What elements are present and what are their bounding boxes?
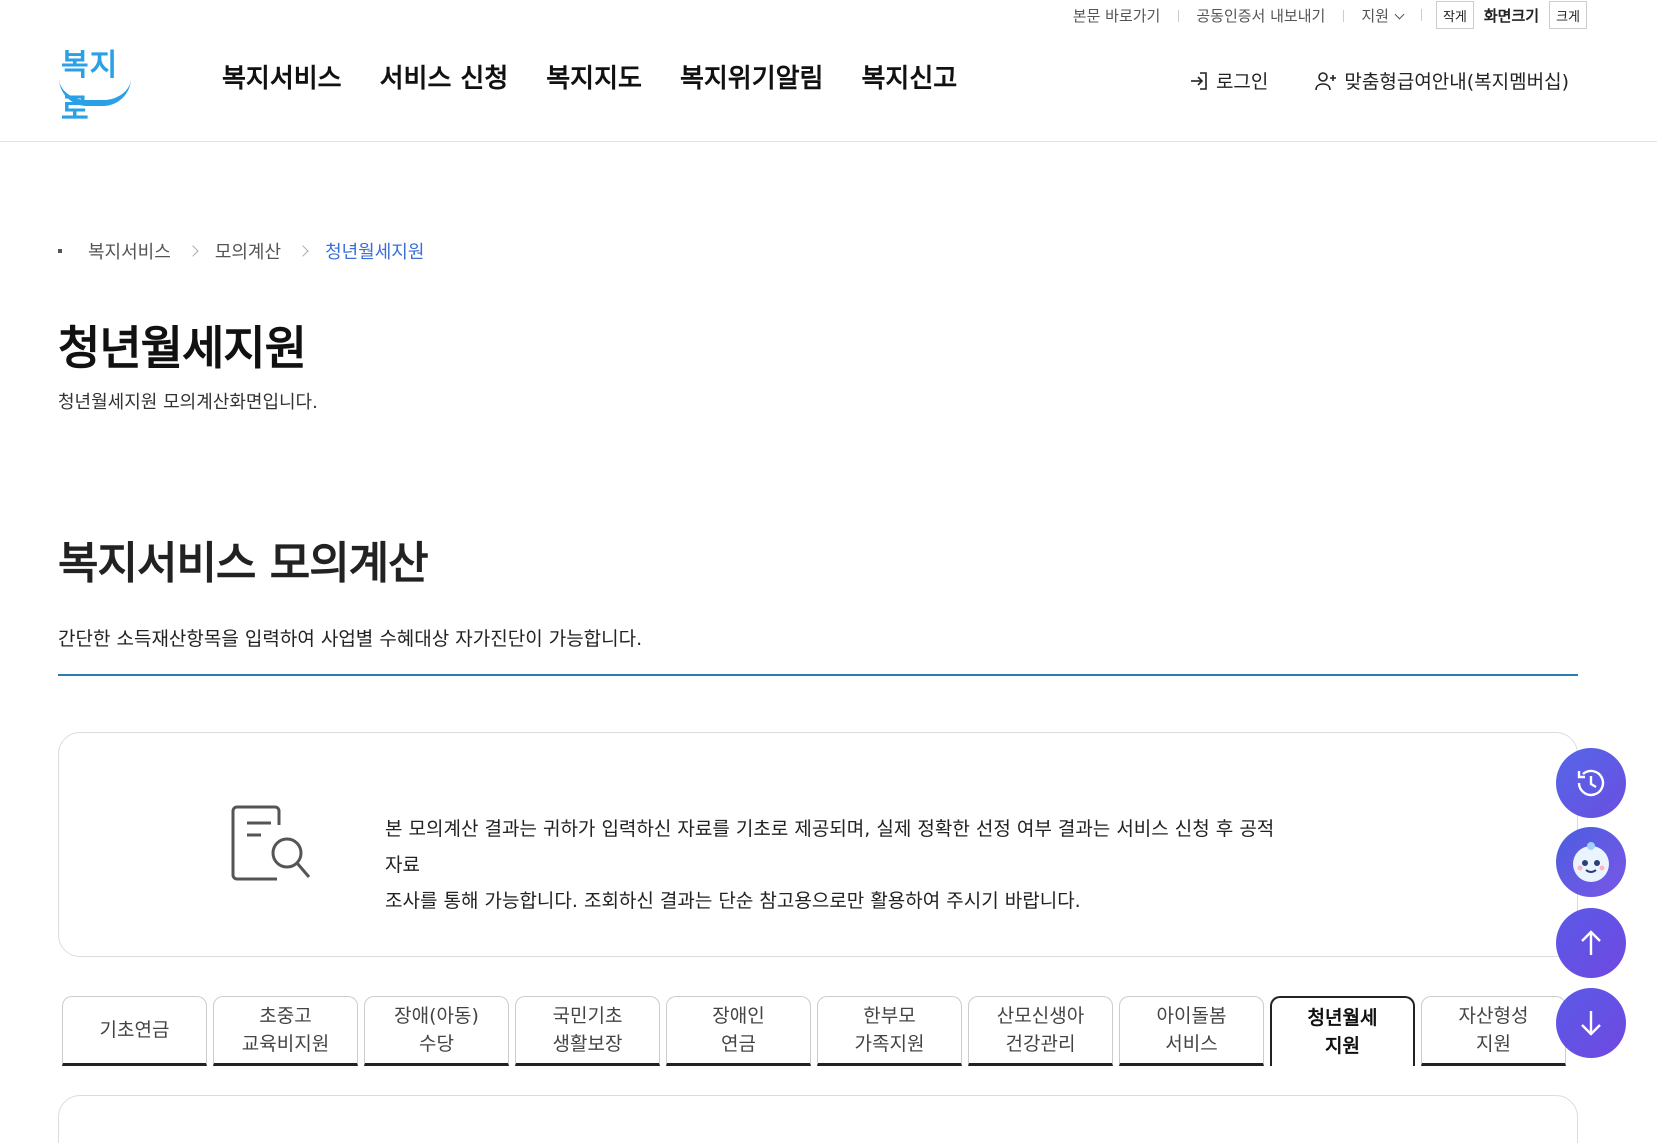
- breadcrumb-current: 청년월세지원: [325, 242, 425, 263]
- chevron-right-icon: [297, 245, 309, 257]
- notice-box: 본 모의계산 결과는 귀하가 입력하신 자료를 기초로 제공되며, 실제 정확한…: [58, 732, 1578, 957]
- login-button[interactable]: 로그인: [1188, 67, 1268, 94]
- tab-maternal-newborn[interactable]: 산모신생아 건강관리: [968, 996, 1113, 1066]
- tab-asset-building[interactable]: 자산형성 지원: [1421, 996, 1566, 1066]
- page-subtitle: 청년월세지원 모의계산화면입니다.: [58, 392, 318, 413]
- tab-basic-pension[interactable]: 기초연금: [62, 996, 207, 1066]
- main-nav: 복지서비스 서비스 신청 복지지도 복지위기알림 복지신고: [222, 58, 957, 95]
- notice-line-2: 조사를 통해 가능합니다. 조회하신 결과는 단순 참고용으로만 활용하여 주시…: [385, 890, 1081, 912]
- history-button[interactable]: [1556, 748, 1626, 818]
- section-divider: [58, 674, 1578, 676]
- section-title: 복지서비스 모의계산: [58, 538, 429, 589]
- membership-button[interactable]: 맞춤형급여안내(복지멤버십): [1314, 67, 1569, 94]
- site-header: 복지로 복지서비스 서비스 신청 복지지도 복지위기알림 복지신고 로그인 맞춤…: [0, 0, 1657, 142]
- document-search-icon: [231, 805, 311, 881]
- scroll-top-button[interactable]: [1556, 908, 1626, 978]
- page-title: 청년월세지원: [58, 321, 307, 375]
- chevron-right-icon: [187, 245, 199, 257]
- simulation-form-box: [58, 1095, 1578, 1143]
- nav-item-crisis-alert[interactable]: 복지위기알림: [680, 58, 824, 95]
- section-description: 간단한 소득재산항목을 입력하여 사업별 수혜대상 자가진단이 가능합니다.: [58, 628, 643, 650]
- tab-basic-livelihood[interactable]: 국민기초 생활보장: [515, 996, 660, 1066]
- nav-item-report[interactable]: 복지신고: [861, 58, 957, 95]
- membership-label: 맞춤형급여안내(복지멤버십): [1344, 71, 1569, 93]
- user-add-icon: [1315, 71, 1337, 90]
- tab-disabled-child-allowance[interactable]: 장애(아동) 수당: [364, 996, 509, 1066]
- simulation-tabs: 기초연금 초중고 교육비지원 장애(아동) 수당 국민기초 생활보장 장애인 연금 한부…: [62, 996, 1566, 1066]
- history-icon: [1577, 769, 1605, 797]
- chatbot-icon: [1573, 842, 1609, 882]
- nav-item-service-apply[interactable]: 서비스 신청: [380, 58, 509, 95]
- breadcrumb: 복지서비스 모의계산 청년월세지원: [58, 238, 424, 264]
- breadcrumb-item-simulation[interactable]: 모의계산: [215, 238, 281, 264]
- arrow-up-icon: [1581, 930, 1601, 955]
- site-logo[interactable]: 복지로: [57, 40, 132, 127]
- header-actions: 로그인 맞춤형급여안내(복지멤버십): [1188, 67, 1569, 94]
- scroll-bottom-button[interactable]: [1556, 988, 1626, 1058]
- login-label: 로그인: [1215, 71, 1269, 93]
- tab-single-parent[interactable]: 한부모 가족지원: [817, 996, 962, 1066]
- chatbot-button[interactable]: [1556, 827, 1626, 897]
- tab-school-expense[interactable]: 초중고 교육비지원: [213, 996, 358, 1066]
- notice-line-1: 본 모의계산 결과는 귀하가 입력하신 자료를 기초로 제공되며, 실제 정확한…: [385, 818, 1275, 876]
- arrow-down-icon: [1581, 1011, 1601, 1036]
- nav-item-welfare-map[interactable]: 복지지도: [546, 58, 642, 95]
- nav-item-welfare-service[interactable]: 복지서비스: [222, 58, 342, 95]
- tab-youth-rent[interactable]: 청년월세 지원: [1270, 996, 1415, 1066]
- tab-childcare-service[interactable]: 아이돌봄 서비스: [1119, 996, 1264, 1066]
- breadcrumb-item-welfare-service[interactable]: 복지서비스: [88, 238, 171, 264]
- login-icon: [1190, 71, 1207, 90]
- notice-text: 본 모의계산 결과는 귀하가 입력하신 자료를 기초로 제공되며, 실제 정확한…: [385, 811, 1285, 919]
- breadcrumb-home-dot: [58, 249, 62, 253]
- tab-disability-pension[interactable]: 장애인 연금: [666, 996, 811, 1066]
